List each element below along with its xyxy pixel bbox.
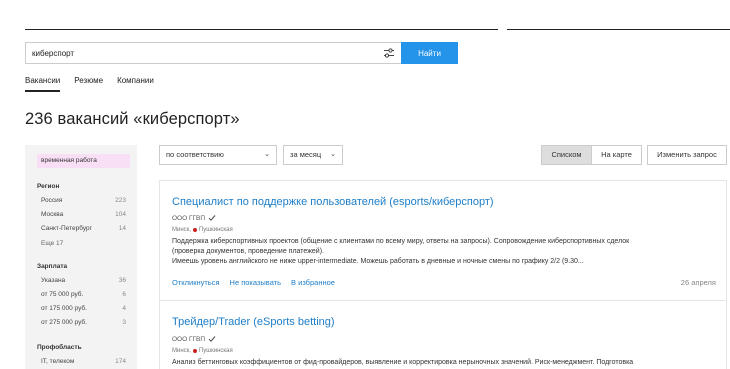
verified-check-icon bbox=[208, 336, 216, 342]
vacancy-description: Анализ беттинговых коэффициентов от фид-… bbox=[172, 358, 712, 368]
respond-link[interactable]: Откликнуться bbox=[172, 278, 220, 287]
search-input[interactable] bbox=[26, 43, 376, 63]
location-city: Минск, bbox=[172, 227, 191, 233]
filter-item-region[interactable]: Москва 104 bbox=[41, 211, 126, 218]
view-list-button[interactable]: Списком bbox=[541, 145, 592, 165]
description-line: Анализ беттинговых коэффициентов от фид-… bbox=[172, 359, 634, 366]
filter-heading-salary: Зарплата bbox=[37, 263, 68, 270]
filter-heading-region: Регион bbox=[37, 183, 60, 190]
filter-item-label: от 75 000 руб. bbox=[41, 291, 84, 298]
page-title: 236 вакансий «киберспорт» bbox=[25, 110, 240, 128]
filter-item-count: 4 bbox=[122, 305, 126, 312]
chevron-down-icon: ⌄ bbox=[330, 151, 336, 158]
header-line-left bbox=[25, 29, 498, 30]
description-line: Поддержка киберспортивных проектов (обще… bbox=[172, 238, 630, 245]
filter-item-salary[interactable]: от 75 000 руб. 6 bbox=[41, 291, 126, 298]
edit-query-button[interactable]: Изменить запрос bbox=[647, 145, 727, 165]
chevron-down-icon: ⌄ bbox=[264, 151, 270, 158]
filter-item-count: 174 bbox=[115, 358, 126, 365]
vacancy-card: Специалист по поддержке пользователей (e… bbox=[160, 181, 726, 301]
filter-item-count: 223 bbox=[115, 197, 126, 204]
tab-vacancies[interactable]: Вакансии bbox=[25, 76, 61, 92]
company-name: ООО ГГВП bbox=[172, 214, 206, 222]
vacancy-location: Минск, Пушкинская bbox=[172, 348, 233, 354]
filter-item-salary[interactable]: от 175 000 руб. 4 bbox=[41, 305, 126, 312]
vacancy-title-link[interactable]: Специалист по поддержке пользователей (e… bbox=[172, 196, 494, 208]
filter-item-label: от 175 000 руб. bbox=[41, 305, 87, 312]
vacancy-company[interactable]: ООО ГГВП bbox=[172, 335, 216, 343]
filter-item-count: 36 bbox=[118, 277, 126, 284]
metro-station: Пушкинская bbox=[198, 227, 233, 233]
view-toggle: Списком На карте bbox=[541, 145, 642, 165]
filter-item-label: IT, телеком bbox=[41, 358, 75, 365]
vacancy-description: Поддержка киберспортивных проектов (обще… bbox=[172, 237, 712, 267]
filter-item-label: Указана bbox=[41, 277, 66, 284]
hide-link[interactable]: Не показывать bbox=[230, 278, 282, 287]
vacancy-list: Специалист по поддержке пользователей (e… bbox=[159, 180, 727, 369]
header-line-right bbox=[507, 29, 730, 30]
filters-sidebar: временная работа Регион Россия 223 Москва… bbox=[25, 145, 137, 369]
search-box bbox=[25, 42, 401, 64]
vacancy-title-link[interactable]: Трейдер/Trader (eSports betting) bbox=[172, 316, 335, 328]
filter-item-count: 6 bbox=[122, 291, 126, 298]
vacancy-date: 26 апреля bbox=[680, 278, 716, 287]
favorite-link[interactable]: В избранное bbox=[291, 278, 335, 287]
period-select-value: за месяц bbox=[290, 150, 322, 159]
filter-item-count: 104 bbox=[115, 211, 126, 218]
filter-more-link[interactable]: Еще 17 bbox=[41, 240, 63, 247]
search-button[interactable]: Найти bbox=[401, 42, 458, 64]
location-city: Минск, bbox=[172, 348, 191, 354]
filter-item-salary[interactable]: Указана 36 bbox=[41, 277, 126, 284]
description-line: (проверка документов, проведение платеже… bbox=[172, 248, 324, 255]
metro-station: Пушкинская bbox=[198, 348, 233, 354]
vacancy-company[interactable]: ООО ГГВП bbox=[172, 214, 216, 222]
company-name: ООО ГГВП bbox=[172, 335, 206, 343]
tab-companies[interactable]: Компании bbox=[117, 76, 154, 92]
filter-heading-profarea: Профобласть bbox=[37, 344, 82, 351]
filter-item-salary[interactable]: от 275 000 руб. 3 bbox=[41, 319, 126, 326]
description-line: Имеешь уровень английского не ниже upper… bbox=[172, 258, 584, 265]
tab-resumes[interactable]: Резюме bbox=[74, 76, 103, 92]
sort-select-value: по соответствию bbox=[166, 150, 224, 159]
metro-icon bbox=[192, 228, 197, 232]
filter-item-label: Санкт-Петербург bbox=[41, 225, 92, 232]
search-tabs: Вакансии Резюме Компании bbox=[25, 76, 154, 92]
filter-item-region[interactable]: Санкт-Петербург 14 bbox=[41, 225, 126, 232]
filter-item-profarea[interactable]: IT, телеком 174 bbox=[41, 358, 126, 365]
filter-item-count: 14 bbox=[118, 225, 126, 232]
filter-item-count: 3 bbox=[122, 319, 126, 326]
filter-item-label: Москва bbox=[41, 211, 64, 218]
vacancy-actions: Откликнуться Не показывать В избранное bbox=[172, 278, 335, 287]
vacancy-location: Минск, Пушкинская bbox=[172, 227, 233, 233]
filter-chip-temporary-work[interactable]: временная работа bbox=[37, 154, 130, 168]
filter-item-region[interactable]: Россия 223 bbox=[41, 197, 126, 204]
vacancy-card: Трейдер/Trader (eSports betting) ООО ГГВ… bbox=[160, 302, 726, 369]
metro-icon bbox=[192, 349, 197, 353]
sort-select[interactable]: по соответствию ⌄ bbox=[159, 145, 277, 165]
period-select[interactable]: за месяц ⌄ bbox=[283, 145, 343, 165]
filter-item-label: от 275 000 руб. bbox=[41, 319, 87, 326]
advanced-search-icon[interactable] bbox=[383, 47, 395, 59]
view-map-button[interactable]: На карте bbox=[592, 145, 642, 165]
verified-check-icon bbox=[208, 215, 216, 221]
filter-item-label: Россия bbox=[41, 197, 63, 204]
